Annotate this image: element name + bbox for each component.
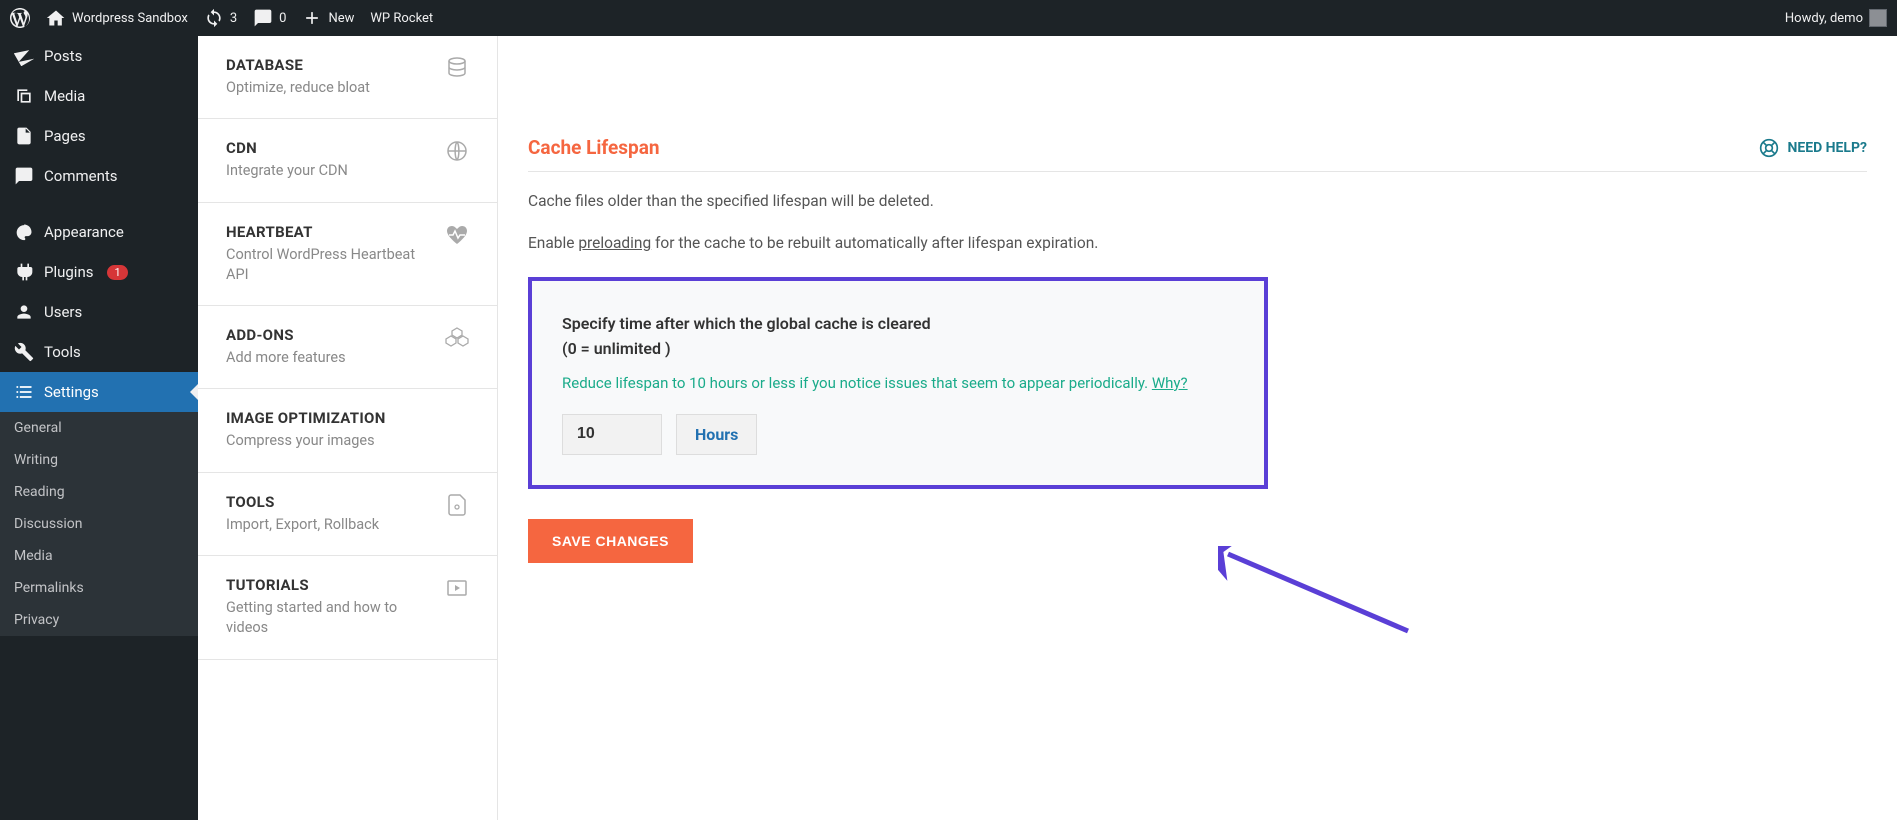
- howdy-link[interactable]: Howdy, demo: [1785, 9, 1887, 27]
- lifespan-box: Specify time after which the global cach…: [528, 277, 1268, 489]
- preloading-link[interactable]: preloading: [578, 234, 651, 252]
- settings-nav: DATABASE Optimize, reduce bloat CDN Inte…: [198, 36, 498, 820]
- menu-comments[interactable]: Comments: [0, 156, 198, 196]
- submenu-general[interactable]: General: [0, 412, 198, 444]
- menu-media[interactable]: Media: [0, 76, 198, 116]
- site-name: Wordpress Sandbox: [72, 11, 188, 26]
- nav-database[interactable]: DATABASE Optimize, reduce bloat: [198, 36, 497, 119]
- howdy-text: Howdy, demo: [1785, 11, 1863, 26]
- wp-admin-sidebar: Posts Media Pages Comments Appearance Pl…: [0, 36, 198, 820]
- admin-bar: Wordpress Sandbox 3 0 New WP Rocket Howd…: [0, 0, 1897, 36]
- nav-tools[interactable]: TOOLS Import, Export, Rollback: [198, 473, 497, 556]
- plugins-badge: 1: [107, 265, 127, 280]
- nav-imageopt[interactable]: IMAGE OPTIMIZATION Compress your images: [198, 389, 497, 472]
- database-icon: [445, 56, 469, 80]
- submenu-permalinks[interactable]: Permalinks: [0, 572, 198, 604]
- nav-tutorials[interactable]: TUTORIALS Getting started and how to vid…: [198, 556, 497, 660]
- menu-users[interactable]: Users: [0, 292, 198, 332]
- home-link[interactable]: Wordpress Sandbox: [46, 8, 188, 28]
- comments-link[interactable]: 0: [253, 8, 286, 28]
- wp-logo[interactable]: [10, 8, 30, 28]
- new-label: New: [328, 11, 354, 26]
- submenu-privacy[interactable]: Privacy: [0, 604, 198, 636]
- comments-count: 0: [279, 11, 286, 26]
- file-gear-icon: [445, 493, 469, 517]
- lifespan-unit-select[interactable]: Hours: [676, 414, 757, 455]
- menu-posts[interactable]: Posts: [0, 36, 198, 76]
- need-help-link[interactable]: NEED HELP?: [1759, 138, 1867, 158]
- help-icon: [1759, 138, 1779, 158]
- menu-appearance[interactable]: Appearance: [0, 212, 198, 252]
- submenu-writing[interactable]: Writing: [0, 444, 198, 476]
- nav-cdn[interactable]: CDN Integrate your CDN: [198, 119, 497, 202]
- wprocket-link[interactable]: WP Rocket: [370, 11, 433, 26]
- menu-settings[interactable]: Settings: [0, 372, 198, 412]
- updates-count: 3: [230, 11, 237, 26]
- menu-pages[interactable]: Pages: [0, 116, 198, 156]
- nav-heartbeat[interactable]: HEARTBEAT Control WordPress Heartbeat AP…: [198, 203, 497, 307]
- main-content: Cache Lifespan NEED HELP? Cache files ol…: [498, 36, 1897, 820]
- submenu-reading[interactable]: Reading: [0, 476, 198, 508]
- nav-addons[interactable]: ADD-ONS Add more features: [198, 306, 497, 389]
- menu-tools[interactable]: Tools: [0, 332, 198, 372]
- submenu-media[interactable]: Media: [0, 540, 198, 572]
- desc-1: Cache files older than the specified lif…: [528, 188, 1867, 214]
- tip-text: Reduce lifespan to 10 hours or less if y…: [562, 374, 1234, 392]
- video-icon: [445, 576, 469, 600]
- lifespan-input[interactable]: [562, 414, 662, 455]
- box-heading-2: (0 = unlimited ): [562, 336, 1234, 362]
- save-changes-button[interactable]: SAVE CHANGES: [528, 519, 693, 563]
- globe-icon: [445, 139, 469, 163]
- new-link[interactable]: New: [302, 8, 354, 28]
- arrow-annotation-icon: [1218, 546, 1418, 646]
- why-link[interactable]: Why?: [1152, 374, 1188, 392]
- heartbeat-icon: [445, 223, 469, 247]
- menu-plugins[interactable]: Plugins 1: [0, 252, 198, 292]
- avatar-icon: [1869, 9, 1887, 27]
- desc-2: Enable preloading for the cache to be re…: [528, 230, 1867, 256]
- section-title: Cache Lifespan: [528, 136, 660, 159]
- updates-link[interactable]: 3: [204, 8, 237, 28]
- blocks-icon: [445, 326, 469, 350]
- submenu-discussion[interactable]: Discussion: [0, 508, 198, 540]
- box-heading-1: Specify time after which the global cach…: [562, 311, 1234, 337]
